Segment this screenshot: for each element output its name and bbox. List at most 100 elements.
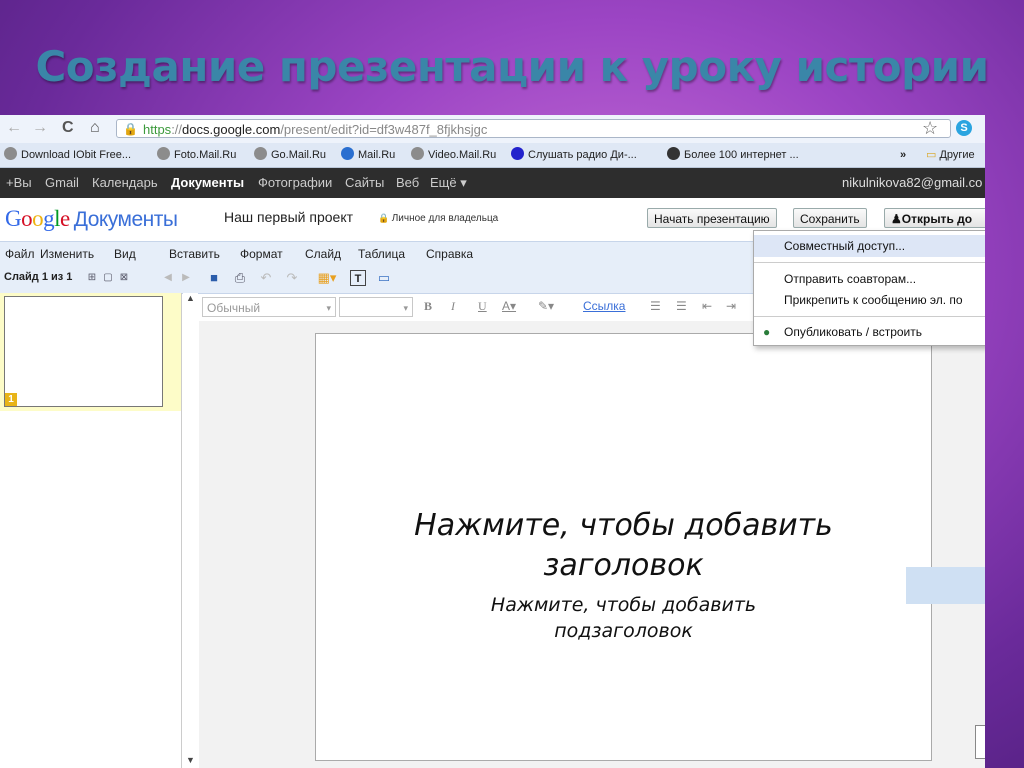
scroll-down-icon[interactable]: ▼ (186, 755, 195, 765)
menu-item-send-collaborators[interactable]: Отправить соавторам... (754, 268, 985, 290)
font-size-select[interactable]: ▾ (339, 297, 413, 317)
reload-icon[interactable]: C (62, 119, 74, 137)
gbar-link[interactable]: Ещё ▾ (430, 168, 467, 198)
numbered-list-icon[interactable]: ☰ (650, 299, 661, 313)
menu-item[interactable]: Таблица (358, 242, 405, 266)
save-button[interactable]: Сохранить (793, 208, 867, 228)
slide-canvas[interactable]: Нажмите, чтобы добавить заголовок Нажмит… (315, 333, 932, 761)
add-slide-icon[interactable]: ⊞ (84, 270, 100, 286)
menu-item-collaborate[interactable]: Совместный доступ... (754, 235, 985, 257)
text-color-icon[interactable]: A▾ (502, 299, 516, 313)
gbar-link[interactable]: Сайты (345, 168, 384, 198)
edge-handle[interactable] (975, 725, 985, 759)
gbar-link[interactable]: Документы (171, 168, 244, 198)
url-separator: :// (171, 122, 183, 137)
bookmark-item[interactable]: Mail.Ru (341, 143, 395, 167)
share-dropdown-menu: Совместный доступ... Отправить соавторам… (753, 230, 985, 346)
move-down-icon[interactable]: ▶ (178, 270, 194, 286)
duplicate-slide-icon[interactable]: ▢ (100, 270, 116, 286)
menu-item[interactable]: Изменить (40, 242, 94, 266)
bookmark-label: Download IObit Free... (21, 149, 132, 161)
gbar-link[interactable]: Фотографии (258, 168, 332, 198)
undo-icon[interactable]: ↶ (258, 270, 274, 286)
other-bookmarks-label: Другие (939, 149, 975, 161)
side-panel-strip (906, 567, 985, 604)
bookmark-item[interactable]: Download IObit Free... (4, 143, 131, 167)
menu-item-attach-email[interactable]: Прикрепить к сообщению эл. по (754, 289, 985, 311)
url-path: /present/edit?id=df3w487f_8fjkhsjgc (280, 122, 488, 137)
bookmark-item[interactable]: Более 100 интернет ... (667, 143, 799, 167)
account-email[interactable]: nikulnikova82@gmail.co (842, 168, 982, 198)
bulleted-list-icon[interactable]: ☰ (676, 299, 687, 313)
style-select[interactable]: Обычный ▾ (202, 297, 336, 317)
print-icon[interactable]: ⎙ (232, 270, 248, 286)
privacy-status: 🔒 Личное для владельца (378, 213, 498, 224)
delete-slide-icon[interactable]: ⊠ (116, 270, 132, 286)
style-select-value: Обычный (207, 301, 261, 315)
bookmark-label: Video.Mail.Ru (428, 149, 497, 161)
logo-letter: g (43, 206, 55, 231)
menu-item[interactable]: Файл (5, 242, 35, 266)
url-input[interactable]: 🔒 https://docs.google.com/present/edit?i… (116, 119, 951, 138)
decrease-indent-icon[interactable]: ⇤ (702, 299, 712, 313)
image-icon[interactable]: ▭ (376, 270, 392, 286)
chevron-down-icon: ▾ (403, 303, 408, 313)
menu-item[interactable]: Формат (240, 242, 283, 266)
slide-sidebar: 1 (0, 293, 182, 768)
bookmark-favicon-icon (254, 147, 267, 160)
bookmark-label: Go.Mail.Ru (271, 149, 327, 161)
gbar-link[interactable]: Календарь (92, 168, 158, 198)
slide-number-badge: 1 (5, 393, 17, 406)
bookmark-item[interactable]: Слушать радио Ди-... (511, 143, 637, 167)
gbar-link[interactable]: Gmail (45, 168, 79, 198)
logo-letter: o (32, 206, 44, 231)
move-up-icon[interactable]: ◀ (160, 270, 176, 286)
bookmarks-overflow-button[interactable]: » (900, 143, 906, 167)
menu-item-publish[interactable]: ● Опубликовать / встроить (754, 321, 985, 343)
save-disk-icon[interactable]: ■ (206, 270, 222, 286)
menu-item[interactable]: Слайд (305, 242, 341, 266)
slide-thumbnail-row[interactable]: 1 (0, 293, 181, 411)
google-docs-logo[interactable]: Google Документы (5, 206, 178, 232)
sidebar-scrollbar[interactable]: ▲ ▼ (183, 293, 198, 768)
forward-icon[interactable]: → (32, 119, 48, 137)
theme-icon[interactable]: ▦▾ (312, 270, 342, 286)
bookmark-item[interactable]: Foto.Mail.Ru (157, 143, 236, 167)
title-placeholder[interactable]: Нажмите, чтобы добавить заголовок (316, 506, 931, 586)
url-scheme: https (143, 122, 172, 137)
bold-icon[interactable]: B (424, 299, 432, 314)
share-person-icon: ♟ (891, 212, 902, 226)
title-placeholder-line-2: заголовок (543, 548, 704, 583)
italic-icon[interactable]: I (451, 299, 455, 314)
other-bookmarks-folder[interactable]: ▭ Другие (926, 143, 975, 167)
browser-screenshot: ← → C ⌂ 🔒 https://docs.google.com/presen… (0, 115, 985, 768)
back-icon[interactable]: ← (6, 119, 22, 137)
scroll-up-icon[interactable]: ▲ (186, 293, 195, 303)
home-icon[interactable]: ⌂ (90, 119, 100, 137)
logo-letter: o (21, 206, 33, 231)
bookmark-favicon-icon (341, 147, 354, 160)
redo-icon[interactable]: ↷ (284, 270, 300, 286)
privacy-label: Личное для владельца (391, 213, 499, 224)
menu-item-publish-label: Опубликовать / встроить (784, 325, 922, 339)
menu-item[interactable]: Вид (114, 242, 136, 266)
bookmark-star-icon[interactable]: ☆ (922, 118, 938, 139)
slide-thumbnail[interactable] (4, 296, 163, 407)
share-button[interactable]: ♟Открыть до (884, 208, 985, 228)
gbar-link[interactable]: Веб (396, 168, 419, 198)
gbar-link[interactable]: +Вы (6, 168, 32, 198)
highlight-icon[interactable]: ✎▾ (538, 299, 554, 313)
increase-indent-icon[interactable]: ⇥ (726, 299, 736, 313)
text-box-icon[interactable]: T (350, 270, 366, 286)
bookmark-favicon-icon (667, 147, 680, 160)
skype-icon[interactable]: S (956, 120, 972, 136)
underline-icon[interactable]: U (478, 299, 487, 314)
document-title[interactable]: Наш первый проект (224, 209, 353, 225)
menu-item[interactable]: Справка (426, 242, 473, 266)
start-presentation-button[interactable]: Начать презентацию (647, 208, 777, 228)
bookmark-item[interactable]: Video.Mail.Ru (411, 143, 496, 167)
subtitle-placeholder[interactable]: Нажмите, чтобы добавить подзаголовок (316, 592, 931, 644)
link-button[interactable]: Ссылка (583, 299, 625, 313)
menu-item[interactable]: Вставить (169, 242, 220, 266)
bookmark-item[interactable]: Go.Mail.Ru (254, 143, 326, 167)
